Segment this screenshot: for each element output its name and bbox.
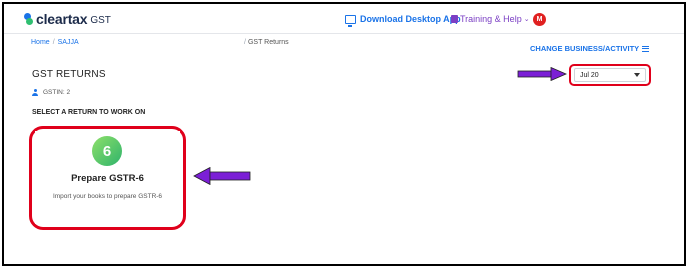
monitor-icon	[345, 14, 356, 27]
arrow-left-icon	[193, 167, 251, 185]
annotation-arrow-left	[193, 167, 251, 185]
breadcrumb-business[interactable]: SAJJA	[58, 39, 79, 46]
user-avatar[interactable]: M	[533, 13, 546, 26]
breadcrumb-page-label: GST Returns	[247, 39, 289, 46]
breadcrumb-separator: /	[244, 39, 246, 46]
change-business-label: CHANGE BUSINESS/ACTIVITY	[530, 44, 640, 53]
breadcrumb-current: / GST Returns	[244, 39, 289, 46]
gstin-info: GSTIN: 2	[32, 89, 70, 96]
top-header: cleartax GST Download Desktop App Traini…	[4, 4, 684, 34]
page-title: GST RETURNS	[32, 69, 106, 80]
graduation-cap-icon	[451, 15, 458, 23]
breadcrumb-separator: /	[52, 39, 55, 46]
user-icon	[32, 89, 38, 96]
breadcrumb-home[interactable]: Home	[31, 39, 50, 46]
chevron-down-icon	[634, 73, 640, 77]
prepare-gstr6-card[interactable]: 6 Prepare GSTR-6 Import your books to pr…	[35, 131, 180, 224]
breadcrumb: Home / SAJJA	[31, 39, 79, 46]
chevron-down-icon: ⌄	[523, 16, 530, 23]
annotation-arrow-right	[517, 67, 567, 81]
download-desktop-app-link[interactable]: Download Desktop App	[345, 14, 461, 27]
training-help-menu[interactable]: Training & Help ⌄	[451, 14, 530, 24]
return-number-badge: 6	[92, 136, 122, 166]
logo-text: cleartax	[36, 11, 88, 27]
cleartax-logo-icon	[24, 13, 33, 25]
logo-sub: GST	[90, 14, 111, 26]
training-label: Training & Help	[460, 14, 522, 24]
hamburger-icon	[642, 45, 650, 52]
return-card-description: Import your books to prepare GSTR-6	[52, 193, 163, 200]
return-card-title: Prepare GSTR-6	[71, 173, 144, 184]
period-select-value: Jul 20	[580, 71, 599, 79]
gstin-label: GSTIN: 2	[43, 89, 71, 96]
change-business-button[interactable]: CHANGE BUSINESS/ACTIVITY	[530, 44, 650, 53]
return-period-select[interactable]: Jul 20	[574, 68, 646, 82]
section-label: SELECT A RETURN TO WORK ON	[32, 109, 146, 116]
download-label: Download Desktop App	[360, 14, 461, 24]
app-frame: cleartax GST Download Desktop App Traini…	[2, 2, 686, 266]
cleartax-logo[interactable]: cleartax GST	[24, 11, 111, 27]
arrow-right-icon	[517, 67, 567, 81]
